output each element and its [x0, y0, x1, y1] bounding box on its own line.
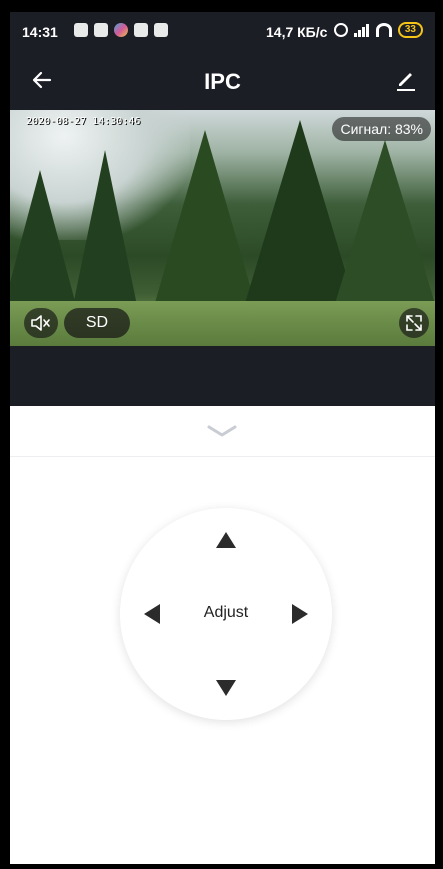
- fullscreen-icon: [406, 315, 422, 331]
- video-tree: [330, 140, 435, 320]
- ptz-direction-pad: Adjust: [120, 508, 332, 720]
- mail-icon: [74, 23, 88, 37]
- phone-screen: 14:31 14,7 КБ/с 33 IPC 2020-08-27 14:30:…: [10, 12, 435, 864]
- page-title: IPC: [204, 69, 241, 94]
- mail-icon: [134, 23, 148, 37]
- status-bar: 14:31 14,7 КБ/с 33: [10, 12, 435, 52]
- video-timestamp: 2020-08-27 14:30:46: [26, 116, 141, 127]
- adjust-button[interactable]: Adjust: [120, 604, 332, 622]
- video-toolbar-area: [10, 346, 435, 406]
- status-time: 14:31: [22, 24, 58, 40]
- cloud-icon: [154, 23, 168, 37]
- mail-icon: [94, 23, 108, 37]
- alarm-icon: [333, 23, 348, 37]
- network-speed: 14,7 КБ/с: [266, 24, 328, 40]
- quality-sd-button[interactable]: SD: [64, 308, 130, 338]
- edit-button[interactable]: [395, 68, 417, 92]
- signal-icon: [353, 23, 370, 37]
- mute-button[interactable]: [24, 308, 58, 338]
- chevron-down-icon: [207, 425, 237, 437]
- system-icons: 33: [333, 22, 423, 38]
- fullscreen-button[interactable]: [399, 308, 429, 338]
- arrow-up-icon[interactable]: [216, 532, 236, 548]
- wifi-icon: [375, 23, 392, 37]
- battery-icon: 33: [397, 22, 423, 38]
- collapse-handle[interactable]: [205, 422, 239, 440]
- divider: [10, 456, 435, 457]
- video-tree: [70, 150, 140, 320]
- app-icon: [114, 23, 128, 37]
- arrow-down-icon[interactable]: [216, 680, 236, 696]
- camera-video-feed[interactable]: 2020-08-27 14:30:46 Сигнал: 83% SD: [10, 110, 435, 346]
- notification-icons: [74, 23, 168, 37]
- pencil-icon: [397, 73, 415, 91]
- app-bar: IPC: [10, 52, 435, 110]
- signal-badge: Сигнал: 83%: [332, 117, 431, 141]
- speaker-muted-icon: [31, 315, 50, 331]
